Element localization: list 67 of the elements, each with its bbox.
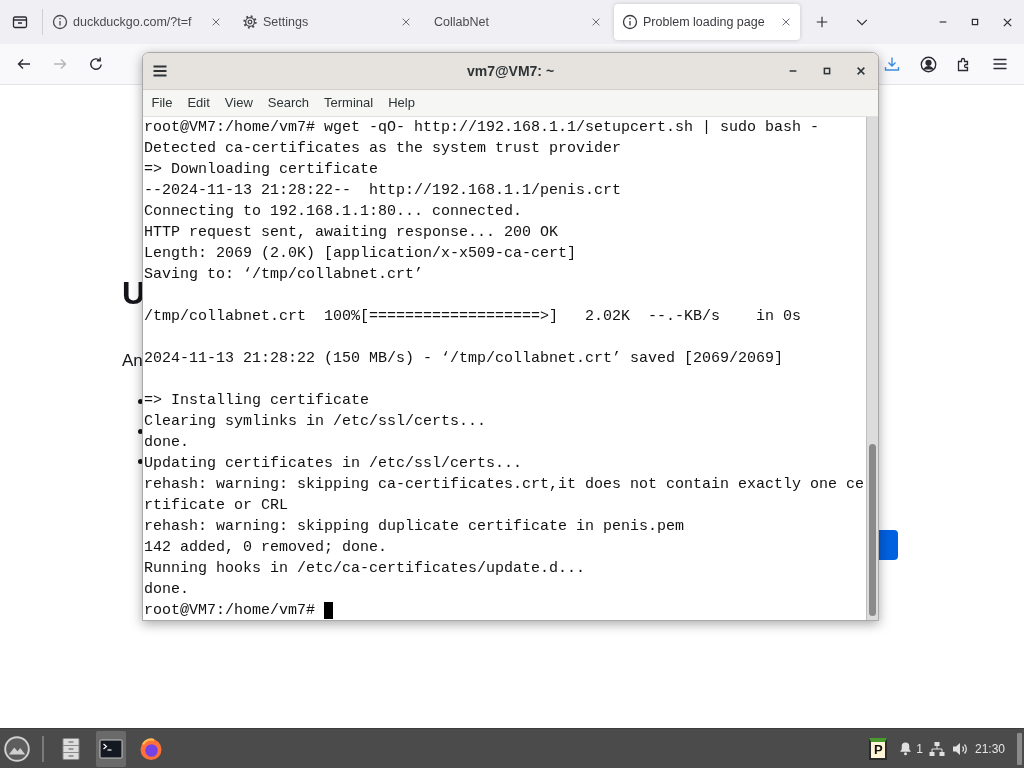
terminal-line: Updating certificates in /etc/ssl/certs... [144, 454, 523, 474]
close-icon [400, 16, 412, 28]
menu-item[interactable]: File [144, 90, 180, 116]
scrollbar[interactable] [866, 117, 878, 620]
browser-tab[interactable]: Settings [234, 4, 420, 40]
terminal-prompt: root@VM7:/home/vm7# wget -qO- http://192.168.1.1/setupcert.sh | sudo bash - [144, 118, 820, 138]
taskbar-button[interactable] [96, 730, 126, 767]
speaker-icon[interactable] [951, 740, 968, 757]
terminal-line: --2024-11-13 21:28:22-- http://192.168.1.1/penis.crt [144, 181, 622, 201]
file-cabinet-icon [59, 736, 83, 761]
menu-item[interactable]: View [217, 90, 261, 116]
scrollbar-thumb[interactable] [869, 444, 876, 616]
page-paragraph: An [122, 350, 143, 372]
flame-globe-icon [139, 736, 163, 761]
terminal-line: Saving to: ‘/tmp/collabnet.crt’ [144, 265, 424, 285]
box-icon [12, 14, 28, 30]
terminal-line: Detected ca-certificates as the system trust provider [144, 139, 622, 159]
browser-tab[interactable]: CollabNet [424, 4, 610, 40]
start-menu-button[interactable] [3, 734, 31, 763]
gear-icon [242, 14, 258, 30]
info-icon [622, 14, 638, 30]
browser-tab[interactable]: Problem loading page [614, 4, 800, 40]
clock-time[interactable]: 21:30 [974, 741, 1005, 756]
browser-tab[interactable]: duckduckgo.com/?t=f [44, 4, 230, 40]
forward-arrow-icon [52, 56, 68, 72]
menu-item[interactable]: Help [380, 90, 423, 116]
back-arrow-icon [16, 56, 32, 72]
terminal-line: Length: 2069 (2.0K) [application/x-x509-ca-cert] [144, 244, 577, 264]
info-icon [52, 14, 68, 30]
terminal-line: HTTP request sent, awaiting response... 200 OK [144, 223, 559, 243]
window-title: vm7@VM7: ~ [466, 63, 555, 79]
mountain-icon [4, 735, 30, 762]
terminal-line: /tmp/collabnet.crt 100%[===================>] 2.02K --.-KB/s in 0s [144, 307, 802, 327]
menu-item[interactable]: Search [260, 90, 317, 116]
account-icon [919, 55, 937, 73]
notification-count: 1 [916, 741, 923, 756]
terminal-line: done. [144, 580, 189, 600]
close-icon [590, 16, 602, 28]
terminal-line: 142 added, 0 removed; done. [144, 538, 388, 558]
panel-grip[interactable] [1017, 732, 1022, 765]
menu-item[interactable]: Terminal [316, 90, 381, 116]
terminal-icon [99, 736, 123, 761]
menu-item[interactable]: Edit [179, 90, 218, 116]
bell-icon[interactable] [898, 741, 914, 756]
menu-icon [992, 56, 1008, 72]
maximize-icon [821, 65, 833, 77]
terminal-line: Connecting to 192.168.1.1:80... connected. [144, 202, 523, 222]
download-icon [884, 56, 900, 72]
terminal-line: rehash: warning: skipping ca-certificates.crt,it does not contain exactly one ce [144, 475, 865, 495]
close-icon [855, 65, 867, 77]
close-icon [780, 16, 792, 28]
plus-icon [815, 15, 829, 29]
terminal-line: Clearing symlinks in /etc/ssl/certs... [144, 412, 487, 432]
reload-icon [88, 56, 104, 72]
network-icon[interactable] [928, 740, 945, 757]
maximize-icon [969, 16, 981, 28]
terminal-line: rehash: warning: skipping duplicate certificate in penis.pem [144, 517, 685, 537]
close-icon [210, 16, 222, 28]
clipboard-button[interactable]: P [869, 737, 888, 760]
terminal-line: => Installing certificate [144, 391, 370, 411]
terminal-line: => Downloading certificate [144, 160, 379, 180]
terminal-line: 2024-11-13 21:28:22 (150 MB/s) - ‘/tmp/collabnet.crt’ saved [2069/2069] [144, 349, 784, 369]
terminal-line: Running hooks in /etc/ca-certificates/update.d... [144, 559, 586, 579]
terminal-prompt: root@VM7:/home/vm7# [144, 601, 316, 620]
terminal-line: done. [144, 433, 189, 453]
terminal-line: rtificate or CRL [144, 496, 289, 516]
menu-icon [152, 63, 168, 79]
